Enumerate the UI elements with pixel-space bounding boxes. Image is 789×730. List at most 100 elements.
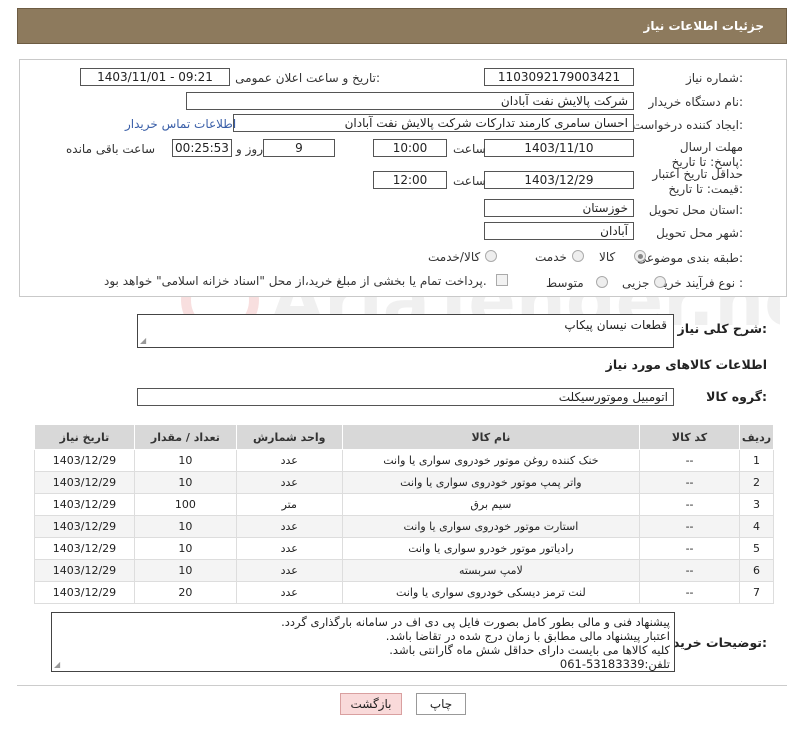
deadline-date-field: 1403/11/10 <box>484 139 634 157</box>
cell-quantity: 20 <box>133 581 237 604</box>
col-row-number: ردیف <box>738 424 775 450</box>
category-label: طبقه بندی موضوعی: <box>636 251 743 265</box>
cell-need-date: 1403/12/29 <box>34 471 135 494</box>
deadline-label: مهلت ارسال پاسخ: تا تاریخ: <box>671 140 743 169</box>
cell-quantity: 10 <box>133 471 237 494</box>
category-radio-service[interactable] <box>572 250 584 262</box>
validity-date-field: 1403/12/29 <box>484 171 634 189</box>
page-title: جزئیات اطلاعات نیاز <box>643 19 764 33</box>
cell-item-code: -- <box>639 449 740 472</box>
validity-time-field: 12:00 <box>373 171 447 189</box>
cell-unit: متر <box>235 493 343 516</box>
cell-unit: عدد <box>235 537 343 560</box>
category-radio-goods[interactable] <box>634 250 646 262</box>
cell-need-date: 1403/12/29 <box>34 515 135 538</box>
buyer-notes-text: پیشنهاد فنی و مالی بطور کامل بصورت فایل … <box>281 615 670 671</box>
print-button[interactable]: چاپ <box>416 693 466 715</box>
category-service-label: خدمت <box>535 250 567 264</box>
cell-need-date: 1403/12/29 <box>34 493 135 516</box>
divider <box>17 685 787 686</box>
cell-row-number: 5 <box>738 537 775 560</box>
cell-unit: عدد <box>235 449 343 472</box>
table-row: 1403/12/29 100 متر سیم برق -- 3 <box>34 493 775 516</box>
cell-quantity: 10 <box>133 515 237 538</box>
cell-row-number: 3 <box>738 493 775 516</box>
goods-table: تاریخ نیاز تعداد / مقدار واحد شمارش نام … <box>34 424 775 604</box>
cell-item-code: -- <box>639 515 740 538</box>
city-label: شهر محل تحویل: <box>656 226 743 240</box>
cell-item-name: واتر پمپ موتور خودروی سواری یا وانت <box>341 471 641 494</box>
buyer-note-line: تلفن:53183339-061 <box>559 657 670 671</box>
buyer-org-label: نام دستگاه خریدار: <box>648 95 744 109</box>
cell-unit: عدد <box>235 471 343 494</box>
col-item-code: کد کالا <box>639 424 740 450</box>
need-number-field: 1103092179003421 <box>484 68 634 86</box>
goods-table-body: 1403/12/29 10 عدد خنک کننده روغن موتور خودر… <box>34 449 775 604</box>
cell-quantity: 10 <box>133 559 237 582</box>
remaining-label: ساعت باقی مانده <box>66 142 156 156</box>
city-field: آبادان <box>484 222 634 240</box>
cell-row-number: 2 <box>738 471 775 494</box>
cell-row-number: 4 <box>738 515 775 538</box>
cell-item-name: سیم برق <box>341 493 641 516</box>
treasury-checkbox[interactable] <box>496 274 508 286</box>
category-goods-label: کالا <box>599 250 616 264</box>
table-row: 1403/12/29 10 عدد واتر پمپ موتور خودروی سوا… <box>34 471 775 494</box>
deadline-time-field: 10:00 <box>373 139 447 157</box>
resize-grip-icon[interactable]: ◢ <box>140 336 146 345</box>
cell-item-code: -- <box>639 471 740 494</box>
announce-label: تاریخ و ساعت اعلان عمومی: <box>235 71 380 85</box>
cell-need-date: 1403/12/29 <box>34 537 135 560</box>
process-radio-medium[interactable] <box>596 276 608 288</box>
cell-row-number: 1 <box>738 449 775 472</box>
contact-info-link[interactable]: اطلاعات تماس خریدار <box>125 117 236 131</box>
province-field: خوزستان <box>484 199 634 217</box>
process-radio-minor[interactable] <box>654 276 666 288</box>
cell-item-name: رادیاتور موتور خودرو سواری یا وانت <box>341 537 641 560</box>
province-label: استان محل تحویل: <box>648 203 743 217</box>
goods-group-field: اتومبیل وموتورسیکلت <box>137 388 674 406</box>
col-unit: واحد شمارش <box>235 424 343 450</box>
cell-row-number: 7 <box>738 581 775 604</box>
cell-item-code: -- <box>639 537 740 560</box>
deadline-time-label: ساعت <box>453 142 486 156</box>
days-label: روز و <box>236 142 263 156</box>
cell-item-name: لنت ترمز دیسکی خودروی سواری یا وانت <box>341 581 641 604</box>
cell-item-code: -- <box>639 493 740 516</box>
cell-quantity: 10 <box>133 449 237 472</box>
description-textarea[interactable]: قطعات نیسان پیکاپ ◢ <box>137 314 674 348</box>
process-label: نوع فرآیند خرید : <box>658 276 743 290</box>
cell-need-date: 1403/12/29 <box>34 449 135 472</box>
category-radio-both[interactable] <box>485 250 497 262</box>
cell-need-date: 1403/12/29 <box>34 559 135 582</box>
cell-item-name: خنک کننده روغن موتور خودروی سواری یا وان… <box>341 449 641 472</box>
cell-unit: عدد <box>235 559 343 582</box>
buyer-org-field: شرکت پالایش نفت آبادان <box>186 92 634 110</box>
cell-row-number: 6 <box>738 559 775 582</box>
col-quantity: تعداد / مقدار <box>133 424 237 450</box>
cell-quantity: 100 <box>133 493 237 516</box>
cell-item-code: -- <box>639 559 740 582</box>
goods-group-label: گروه کالا: <box>706 389 767 404</box>
cell-unit: عدد <box>235 515 343 538</box>
creator-label: ایجاد کننده درخواست: <box>632 118 743 132</box>
col-item-name: نام کالا <box>341 424 641 450</box>
buyer-note-line: پیشنهاد فنی و مالی بطور کامل بصورت فایل … <box>281 615 670 629</box>
process-medium-label: متوسط <box>546 276 584 290</box>
remaining-time-field: 00:25:53 <box>172 139 232 157</box>
resize-grip-icon[interactable]: ◢ <box>54 660 60 669</box>
days-field: 9 <box>263 139 335 157</box>
back-button[interactable]: بازگشت <box>340 693 402 715</box>
cell-quantity: 10 <box>133 537 237 560</box>
buyer-notes-textarea[interactable]: پیشنهاد فنی و مالی بطور کامل بصورت فایل … <box>51 612 675 672</box>
validity-label: حداقل تاریخ اعتبار قیمت: تا تاریخ: <box>652 167 743 196</box>
payment-note: پرداخت تمام یا بخشی از مبلغ خرید،از محل … <box>104 274 487 288</box>
cell-item-code: -- <box>639 581 740 604</box>
validity-time-label: ساعت <box>453 174 486 188</box>
col-need-date: تاریخ نیاز <box>34 424 135 450</box>
cell-item-name: استارت موتور خودروی سواری یا وانت <box>341 515 641 538</box>
buyer-note-line: اعتبار پیشنهاد مالی مطابق با زمان درج شد… <box>385 629 670 643</box>
process-minor-label: جزیی <box>622 276 650 290</box>
category-both-label: کالا/خدمت <box>428 250 481 264</box>
table-row: 1403/12/29 20 عدد لنت ترمز دیسکی خودروی سوا… <box>34 581 775 604</box>
